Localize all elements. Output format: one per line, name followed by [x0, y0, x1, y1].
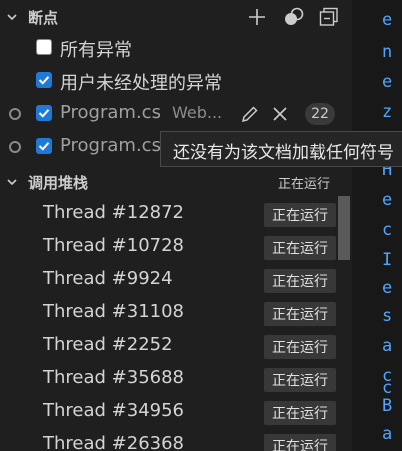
editor-char: s [382, 306, 393, 326]
thread-name: Thread #10728 [43, 235, 185, 256]
thread-name: Thread #35688 [43, 367, 185, 388]
editor-char: I [382, 250, 393, 270]
call-stack-title: 调用堆栈 [28, 173, 89, 192]
breakpoint-item-label: Program.cs [60, 102, 161, 123]
thread-row[interactable]: Thread #31108 正在运行 [0, 297, 340, 330]
breakpoint-unverified-icon [9, 141, 21, 153]
thread-name: Thread #9924 [43, 268, 173, 289]
chevron-down-icon[interactable] [6, 176, 18, 188]
thread-row[interactable]: Thread #9924 正在运行 [0, 264, 340, 297]
editor-char: c [382, 220, 393, 240]
checkmark-icon [38, 109, 50, 118]
thread-row[interactable]: Thread #35688 正在运行 [0, 363, 340, 396]
editor-char: e [382, 10, 393, 30]
breakpoint-item-program-cs-1[interactable]: Program.cs Web... 22 [0, 98, 352, 130]
thread-name: Thread #12872 [43, 202, 185, 223]
thread-row[interactable]: Thread #10728 正在运行 [0, 231, 340, 264]
editor-char: e [382, 72, 393, 92]
all-exceptions-checkbox[interactable] [36, 39, 52, 55]
editor-char: B [382, 396, 393, 416]
thread-status-badge: 正在运行 [264, 401, 336, 425]
edit-icon[interactable] [240, 104, 260, 124]
collapse-all-icon[interactable] [318, 6, 340, 28]
thread-status-badge: 正在运行 [264, 335, 336, 359]
breakpoint-item-description: Web... [172, 103, 223, 122]
symbols-not-loaded-tooltip: 还没有为该文档加载任何符号 [160, 131, 402, 167]
editor-strip: e n e z H e c I e s a c c B a [352, 0, 402, 451]
program-cs-1-checkbox[interactable] [36, 105, 52, 121]
breakpoints-title: 断点 [28, 8, 59, 27]
breakpoint-item-user-unhandled[interactable]: 用户未经处理的异常 [0, 65, 352, 97]
breakpoint-item-label: 所有异常 [60, 40, 132, 61]
toggle-breakpoints-icon[interactable] [282, 6, 304, 28]
editor-char: e [382, 278, 393, 298]
editor-char: n [382, 42, 393, 62]
breakpoint-unverified-icon [9, 108, 21, 120]
user-unhandled-checkbox[interactable] [36, 72, 52, 88]
editor-char: e [382, 190, 393, 210]
thread-row[interactable]: Thread #26368 正在运行 [0, 429, 340, 451]
program-cs-2-checkbox[interactable] [36, 138, 52, 154]
thread-name: Thread #31108 [43, 301, 185, 322]
breakpoint-item-all-exceptions[interactable]: 所有异常 [0, 32, 352, 64]
breakpoints-header[interactable]: 断点 [0, 2, 352, 32]
call-stack-status: 正在运行 [278, 176, 331, 192]
thread-status-badge: 正在运行 [264, 434, 336, 451]
call-stack-header[interactable]: 调用堆栈 正在运行 [0, 167, 352, 197]
breakpoint-item-label: 用户未经处理的异常 [60, 73, 222, 94]
editor-char: c [382, 378, 393, 398]
hit-count-badge: 22 [305, 103, 335, 125]
thread-name: Thread #2252 [43, 334, 173, 355]
close-icon[interactable] [270, 104, 290, 124]
thread-status-badge: 正在运行 [264, 236, 336, 260]
checkmark-icon [38, 142, 50, 151]
breakpoint-item-label: Program.cs [60, 135, 161, 156]
thread-status-badge: 正在运行 [264, 203, 336, 227]
thread-row[interactable]: Thread #12872 正在运行 [0, 198, 340, 231]
chevron-down-icon[interactable] [6, 11, 18, 23]
thread-status-badge: 正在运行 [264, 302, 336, 326]
thread-row[interactable]: Thread #2252 正在运行 [0, 330, 340, 363]
thread-status-badge: 正在运行 [264, 269, 336, 293]
editor-char: a [382, 424, 393, 444]
editor-char: z [382, 102, 393, 122]
editor-char: a [382, 336, 393, 356]
checkmark-icon [38, 76, 50, 85]
thread-name: Thread #34956 [43, 400, 185, 421]
thread-status-badge: 正在运行 [264, 368, 336, 392]
debug-side-panel: 断点 所有异常 用户未经处理的异常 Program.cs Web... 22 P… [0, 0, 352, 451]
thread-name: Thread #26368 [43, 433, 185, 451]
call-stack-scrollbar[interactable] [338, 196, 350, 260]
thread-row[interactable]: Thread #34956 正在运行 [0, 396, 340, 429]
add-icon[interactable] [246, 6, 268, 28]
